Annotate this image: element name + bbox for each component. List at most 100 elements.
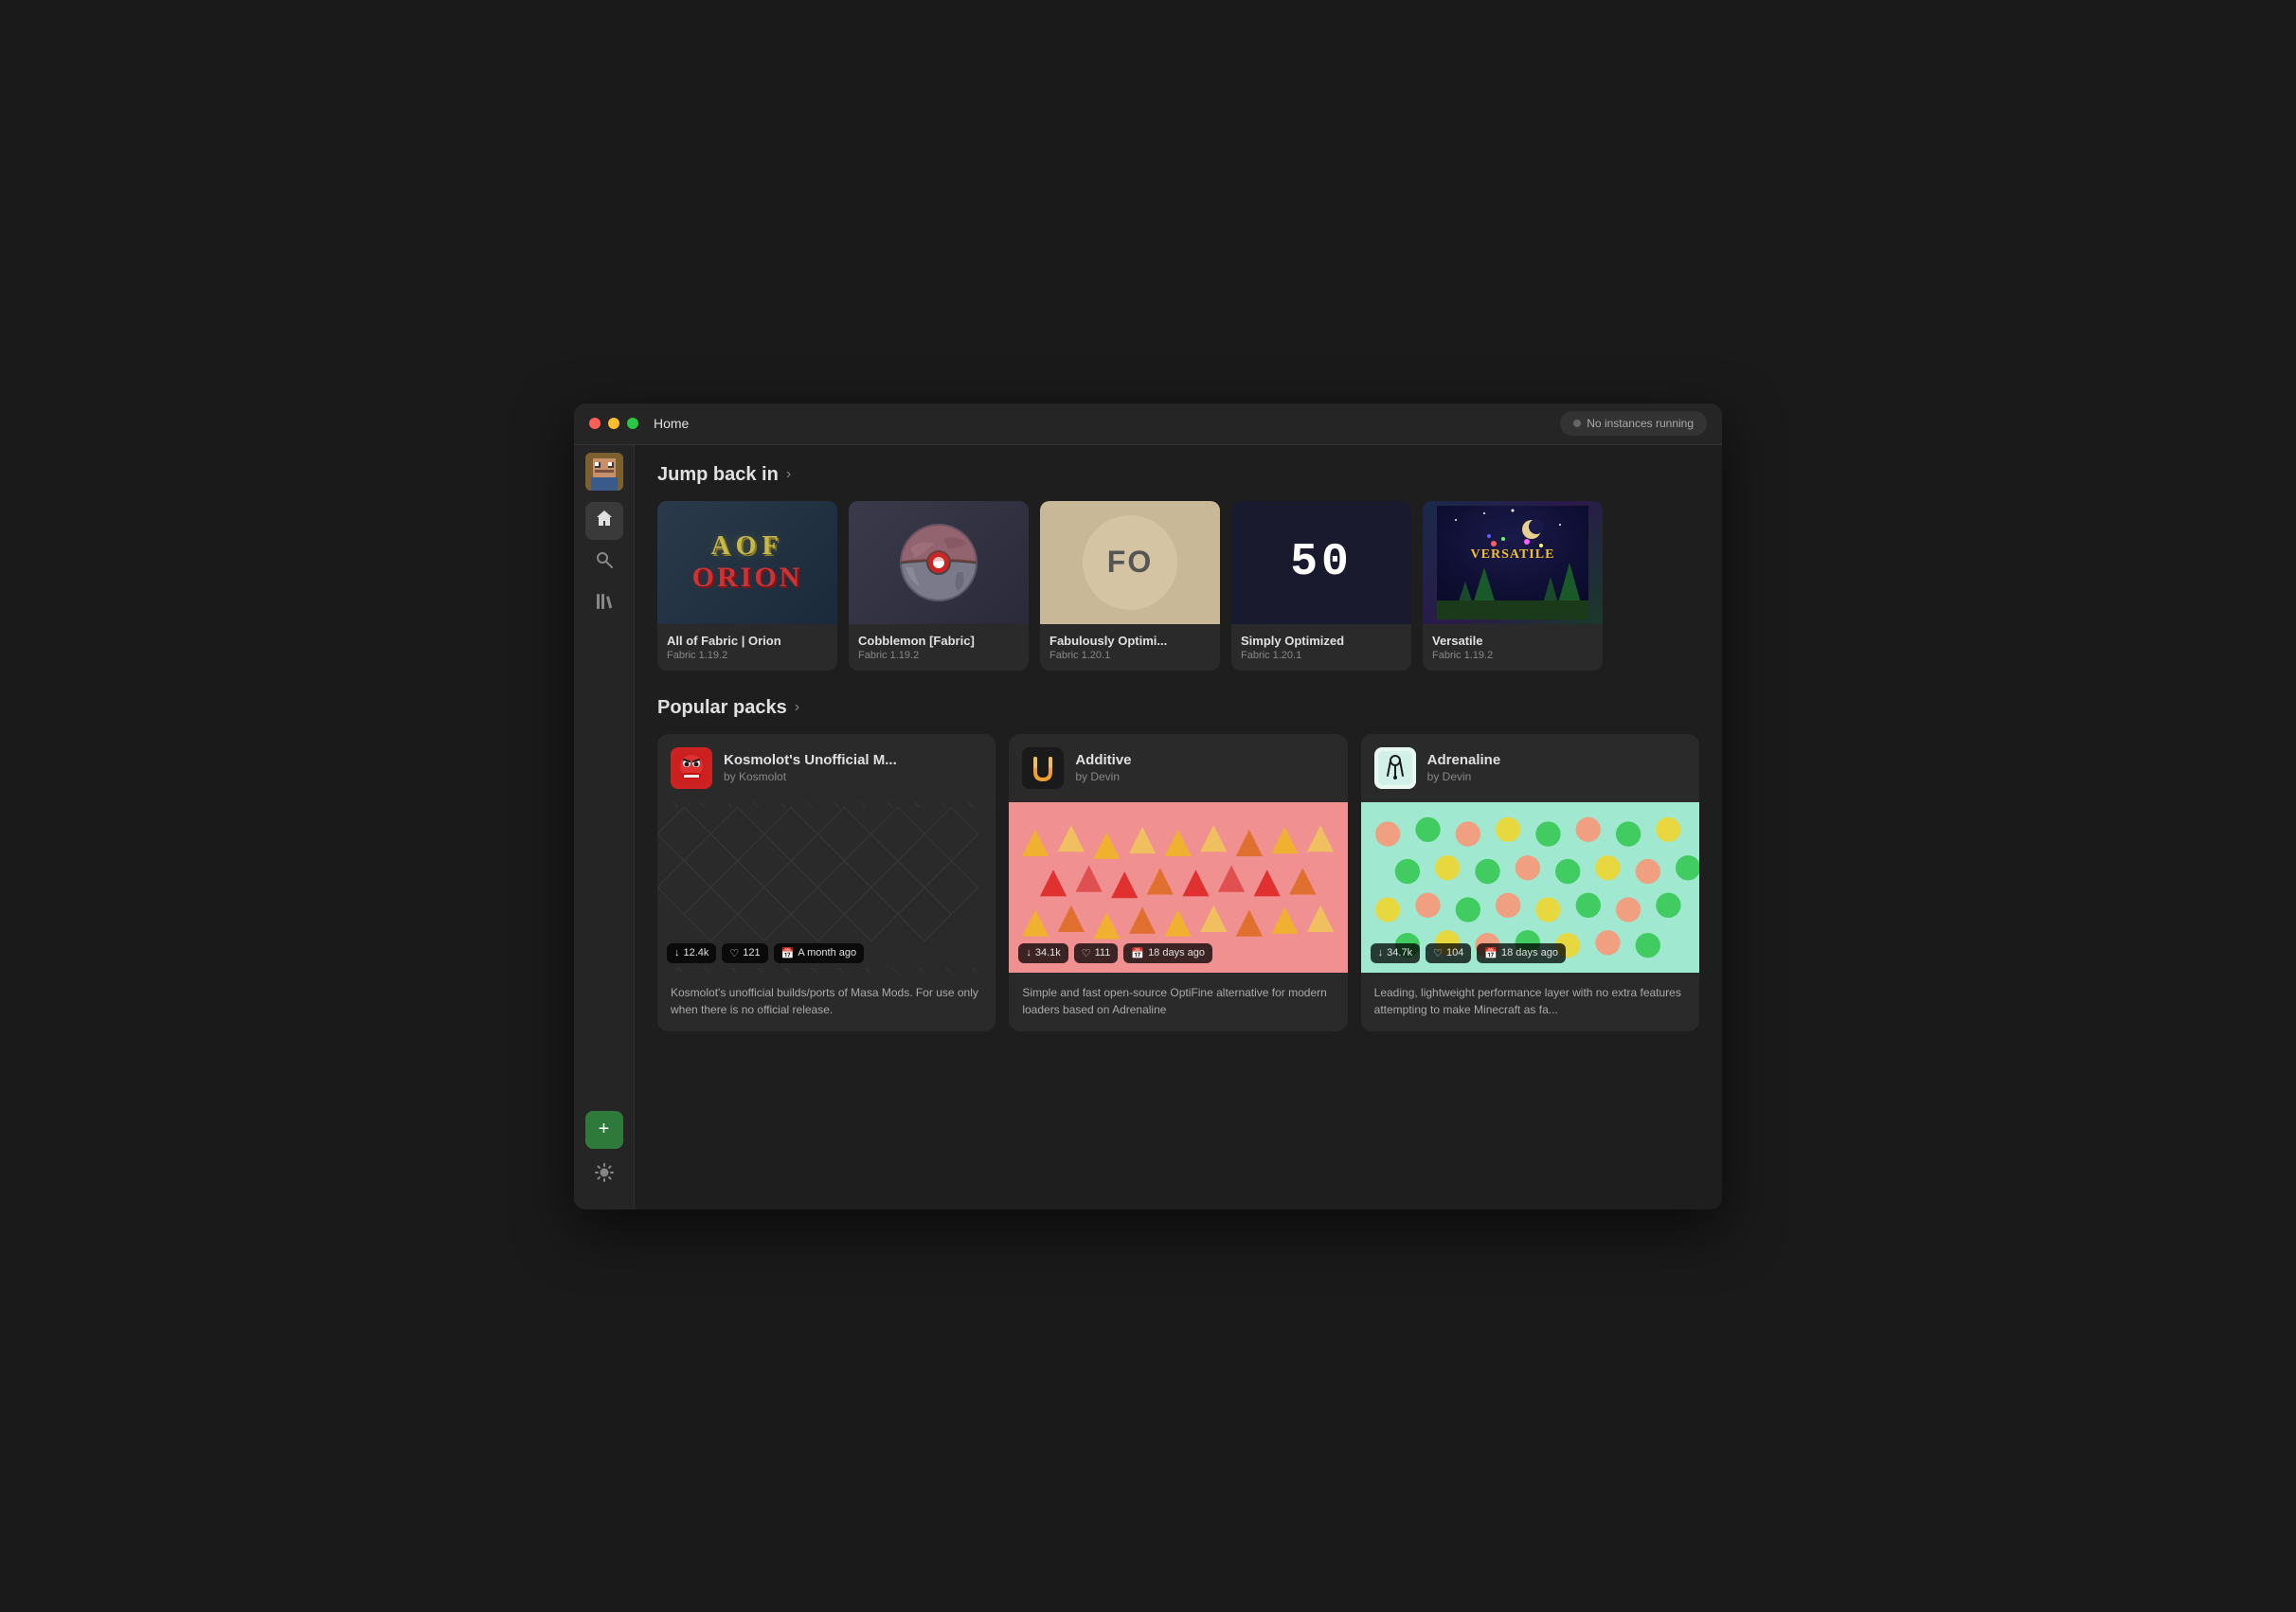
versatile-svg: VERSATILE (1437, 506, 1588, 619)
adrenaline-downloads-badge: ↓ 34.7k (1371, 943, 1420, 963)
kosmolot-icon-svg (674, 751, 709, 785)
pack-card-so[interactable]: 50 Simply Optimized Fabric 1.20.1 (1231, 501, 1411, 671)
additive-time-badge: 📅 18 days ago (1123, 943, 1212, 963)
kosmolot-downloads: 12.4k (684, 947, 709, 958)
pack-card-fo-version: Fabric 1.20.1 (1049, 650, 1211, 661)
aof-text-bottom: ORION (692, 564, 803, 592)
additive-title-group: Additive by Devin (1075, 752, 1131, 783)
kosmolot-description: Kosmolot's unofficial builds/ports of Ma… (657, 973, 996, 1031)
heart-icon: ♡ (729, 947, 739, 959)
additive-likes: 111 (1095, 947, 1111, 958)
avatar[interactable] (585, 453, 623, 491)
sidebar-bottom: + (585, 1111, 623, 1202)
pack-card-versatile-info: Versatile Fabric 1.19.2 (1423, 624, 1603, 671)
pack-card-versatile-name: Versatile (1432, 634, 1593, 648)
pack-card-aof-image: AOF ORION (657, 501, 837, 624)
window-title: Home (654, 416, 1560, 431)
pack-card-aof-info: All of Fabric | Orion Fabric 1.19.2 (657, 624, 837, 671)
additive-name: Additive (1075, 752, 1131, 768)
minimize-button[interactable] (608, 418, 619, 429)
kosmolot-icon (671, 747, 712, 789)
adrenaline-image: ↓ 34.7k ♡ 104 📅 18 days ago (1361, 802, 1699, 973)
aof-text-top: AOF (710, 533, 783, 560)
sidebar-item-library[interactable] (585, 585, 623, 623)
adrenaline-description: Leading, lightweight performance layer w… (1361, 973, 1699, 1031)
adrenaline-likes-badge: ♡ 104 (1426, 943, 1471, 963)
kosmolot-title-group: Kosmolot's Unofficial M... by Kosmolot (724, 752, 897, 783)
add-button[interactable]: + (585, 1111, 623, 1149)
adrenaline-time: 18 days ago (1501, 947, 1558, 958)
app-window: Home No instances running (574, 403, 1722, 1209)
pack-card-aof-name: All of Fabric | Orion (667, 634, 828, 648)
library-icon (595, 592, 614, 616)
popular-packs-grid: Kosmolot's Unofficial M... by Kosmolot (657, 734, 1699, 1031)
sidebar-item-search[interactable] (585, 544, 623, 582)
pack-card-aof[interactable]: AOF ORION All of Fabric | Orion Fabric 1… (657, 501, 837, 671)
kosmolot-likes: 121 (743, 947, 760, 958)
adrenaline-likes: 104 (1446, 947, 1463, 958)
svg-text:VERSATILE: VERSATILE (1471, 547, 1555, 562)
pack-card-kosmolot[interactable]: Kosmolot's Unofficial M... by Kosmolot (657, 734, 996, 1031)
pack-card-aof-version: Fabric 1.19.2 (667, 650, 828, 661)
additive-image: ↓ 34.1k ♡ 111 📅 18 days ago (1009, 802, 1347, 973)
search-icon (595, 550, 614, 574)
pack-card-so-info: Simply Optimized Fabric 1.20.1 (1231, 624, 1411, 671)
close-button[interactable] (589, 418, 601, 429)
kosmolot-name: Kosmolot's Unofficial M... (724, 752, 897, 768)
pack-card-so-image: 50 (1231, 501, 1411, 624)
kosmolot-author: by Kosmolot (724, 770, 897, 783)
pack-card-cobblemon-image (849, 501, 1029, 624)
add-icon: + (599, 1119, 610, 1140)
pack-card-fo-name: Fabulously Optimi... (1049, 634, 1211, 648)
pack-card-cobblemon[interactable]: Cobblemon [Fabric] Fabric 1.19.2 (849, 501, 1029, 671)
instance-status-text: No instances running (1587, 417, 1694, 430)
pack-card-versatile-version: Fabric 1.19.2 (1432, 650, 1593, 661)
adrenaline-downloads: 34.7k (1387, 947, 1412, 958)
heart-icon: ♡ (1433, 947, 1443, 959)
kosmolot-time-badge: 📅 A month ago (774, 943, 864, 963)
sidebar-nav (585, 502, 623, 1111)
popular-packs-title: Popular packs (657, 697, 787, 719)
settings-button[interactable] (585, 1156, 623, 1194)
calendar-icon: 📅 (781, 947, 795, 959)
kosmolot-likes-badge: ♡ 121 (722, 943, 767, 963)
home-icon (595, 509, 614, 532)
sidebar-item-home[interactable] (585, 502, 623, 540)
jump-back-in-title: Jump back in (657, 464, 779, 486)
maximize-button[interactable] (627, 418, 638, 429)
pack-card-adrenaline[interactable]: Adrenaline by Devin (1361, 734, 1699, 1031)
pack-card-versatile-image: VERSATILE (1423, 501, 1603, 624)
pack-card-versatile[interactable]: VERSATILE Versatil (1423, 501, 1603, 671)
kosmolot-downloads-badge: ↓ 12.4k (667, 943, 716, 963)
additive-likes-badge: ♡ 111 (1074, 943, 1119, 963)
download-icon: ↓ (674, 947, 680, 958)
pack-card-cobblemon-info: Cobblemon [Fabric] Fabric 1.19.2 (849, 624, 1029, 671)
jump-back-in-header: Jump back in › (657, 464, 1699, 486)
adrenaline-name: Adrenaline (1427, 752, 1501, 768)
fo-text: FO (1107, 545, 1153, 580)
cobblemon-svg (896, 520, 981, 605)
additive-icon (1022, 747, 1064, 789)
kosmolot-time: A month ago (798, 947, 856, 958)
popular-packs-header: Popular packs › (657, 697, 1699, 719)
kosmolot-header: Kosmolot's Unofficial M... by Kosmolot (657, 734, 996, 802)
calendar-icon: 📅 (1131, 947, 1144, 959)
adrenaline-header: Adrenaline by Devin (1361, 734, 1699, 802)
additive-downloads: 34.1k (1035, 947, 1061, 958)
popular-packs-arrow[interactable]: › (795, 699, 799, 716)
pack-card-additive[interactable]: Additive by Devin (1009, 734, 1347, 1031)
kosmolot-stats: ↓ 12.4k ♡ 121 📅 A month ago (667, 943, 864, 963)
jump-back-in-arrow[interactable]: › (786, 466, 791, 483)
traffic-lights (589, 418, 638, 429)
additive-stats: ↓ 34.1k ♡ 111 📅 18 days ago (1018, 943, 1212, 963)
pack-card-fo-image: FO (1040, 501, 1220, 624)
pack-card-fo-info: Fabulously Optimi... Fabric 1.20.1 (1040, 624, 1220, 671)
sidebar: + (574, 445, 635, 1209)
additive-icon-svg (1026, 751, 1060, 785)
adrenaline-time-badge: 📅 18 days ago (1477, 943, 1566, 963)
fo-circle: FO (1083, 515, 1177, 610)
settings-icon (595, 1163, 614, 1187)
so-text: 50 (1290, 537, 1353, 588)
pack-card-fo[interactable]: FO Fabulously Optimi... Fabric 1.20.1 (1040, 501, 1220, 671)
calendar-icon: 📅 (1484, 947, 1498, 959)
